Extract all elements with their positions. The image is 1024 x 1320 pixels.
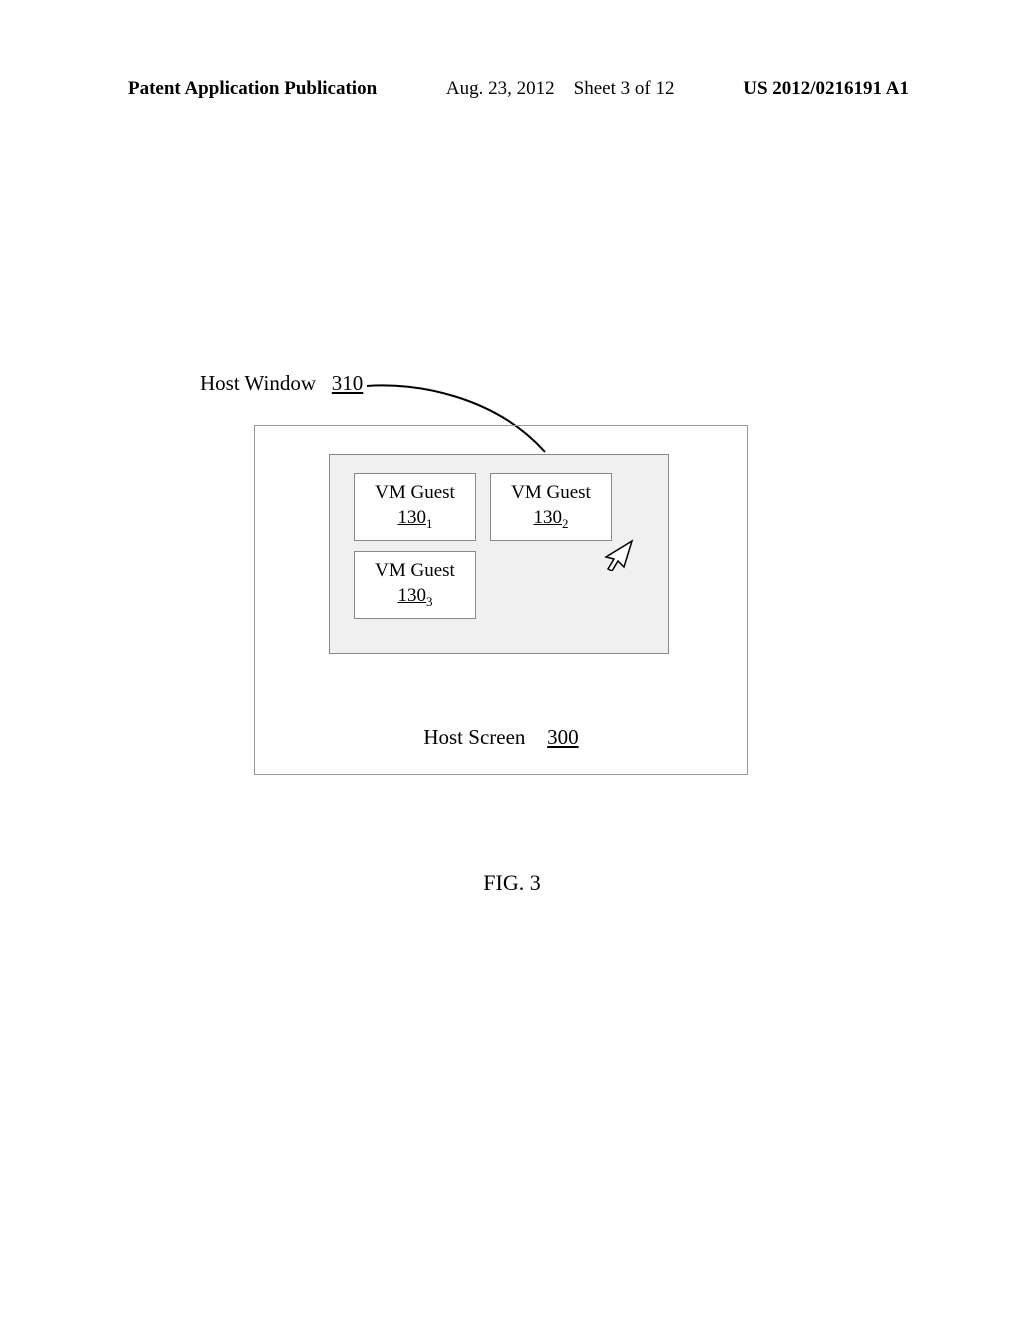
vm-guest-sub-2: 2 — [562, 516, 569, 531]
host-window-box: VM Guest 1301 VM Guest 1302 VM Guest 130… — [329, 454, 669, 654]
vm-guest-box-3: VM Guest 1303 — [354, 551, 476, 619]
page-header: Patent Application Publication Aug. 23, … — [0, 78, 1024, 100]
cursor-icon — [602, 537, 636, 571]
header-middle: Aug. 23, 2012 Sheet 3 of 12 — [446, 78, 675, 100]
figure-label: FIG. 3 — [0, 870, 1024, 896]
host-window-label: Host Window 310 — [200, 371, 363, 396]
header-pubno: US 2012/0216191 A1 — [743, 78, 909, 100]
header-date: Aug. 23, 2012 — [446, 78, 555, 99]
vm-guest-title-3: VM Guest — [375, 559, 455, 584]
vm-guest-sub-1: 1 — [426, 516, 433, 531]
host-screen-label: Host Screen 300 — [255, 725, 747, 750]
vm-guest-title-2: VM Guest — [511, 481, 591, 506]
vm-guest-box-2: VM Guest 1302 — [490, 473, 612, 541]
vm-guest-title-1: VM Guest — [375, 481, 455, 506]
vm-guest-ref-2: 1302 — [534, 506, 569, 533]
host-window-text: Host Window — [200, 371, 316, 395]
header-publication: Patent Application Publication — [128, 78, 377, 100]
vm-guest-box-1: VM Guest 1301 — [354, 473, 476, 541]
vm-guest-ref-1: 1301 — [398, 506, 433, 533]
host-screen-text: Host Screen — [423, 725, 525, 749]
header-sheet: Sheet 3 of 12 — [574, 78, 675, 99]
host-window-ref: 310 — [332, 371, 364, 395]
vm-guest-refnum-1: 130 — [398, 507, 427, 528]
vm-guest-ref-3: 1303 — [398, 584, 433, 611]
vm-guest-refnum-3: 130 — [398, 585, 427, 606]
host-screen-ref: 300 — [547, 725, 579, 749]
vm-guest-refnum-2: 130 — [534, 507, 563, 528]
vm-guest-sub-3: 3 — [426, 594, 433, 609]
host-screen-box: VM Guest 1301 VM Guest 1302 VM Guest 130… — [254, 425, 748, 775]
